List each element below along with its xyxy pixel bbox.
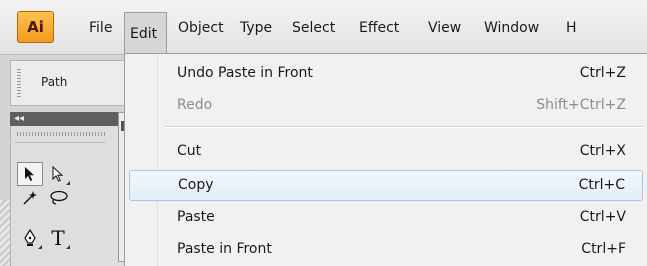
menu-item-paste-in-front[interactable]: Paste in Front Ctrl+F [129, 235, 643, 266]
menu-item-label: Copy [178, 177, 214, 193]
menu-file[interactable]: File [89, 17, 112, 39]
menu-item-shortcut: Ctrl+Z [579, 65, 626, 81]
menu-item-shortcut: Ctrl+X [579, 143, 626, 159]
canvas-edge [0, 200, 10, 266]
path-panel[interactable]: Path [10, 60, 128, 106]
menu-item-shortcut: Ctrl+F [581, 241, 626, 257]
panel-grip[interactable] [17, 69, 21, 97]
type-icon: T [51, 226, 65, 250]
menu-bar: Ai File Edit Object Type Select Effect V… [0, 0, 647, 55]
menu-separator [165, 126, 643, 128]
menu-item-label: Paste [177, 209, 215, 225]
menu-effect[interactable]: Effect [359, 17, 399, 39]
selection-tool[interactable] [17, 162, 43, 186]
menu-window[interactable]: Window [484, 17, 539, 39]
type-tool[interactable]: T [45, 226, 71, 250]
menu-item-redo[interactable]: Redo Shift+Ctrl+Z [129, 91, 643, 122]
magic-wand-tool[interactable] [17, 186, 43, 210]
menu-item-cut[interactable]: Cut Ctrl+X [129, 137, 643, 168]
menu-item-shortcut: Shift+Ctrl+Z [536, 97, 626, 113]
collapse-chevron-icon[interactable]: ◂◂ [14, 112, 24, 126]
lasso-icon [50, 190, 68, 205]
lasso-tool[interactable] [45, 186, 71, 210]
pen-icon [24, 229, 36, 246]
menu-item-label: Cut [177, 143, 202, 159]
illustrator-logo[interactable]: Ai [17, 11, 54, 43]
menu-item-label: Paste in Front [177, 241, 272, 257]
tools-panel-header[interactable]: ◂◂ [10, 112, 128, 126]
tools-divider [15, 142, 105, 143]
menu-item-shortcut: Ctrl+C [578, 177, 625, 193]
pen-tool[interactable] [17, 226, 43, 250]
path-panel-label: Path [41, 75, 68, 89]
menu-object[interactable]: Object [178, 17, 224, 39]
menu-item-label: Redo [177, 97, 213, 113]
menu-help[interactable]: H [566, 17, 577, 39]
menu-view[interactable]: View [428, 17, 461, 39]
menu-item-label: Undo Paste in Front [177, 65, 313, 81]
menu-type[interactable]: Type [240, 17, 272, 39]
selection-arrow-icon [25, 167, 34, 181]
edit-dropdown-menu: Undo Paste in Front Ctrl+Z Redo Shift+Ct… [124, 53, 647, 266]
menu-item-undo[interactable]: Undo Paste in Front Ctrl+Z [129, 59, 643, 90]
direct-selection-arrow-icon [52, 166, 64, 182]
tools-panel: T [10, 126, 128, 266]
menu-item-shortcut: Ctrl+V [579, 209, 626, 225]
menu-item-paste[interactable]: Paste Ctrl+V [129, 203, 643, 234]
menu-edit[interactable]: Edit [124, 12, 167, 54]
direct-selection-tool[interactable] [45, 162, 71, 186]
menu-item-copy[interactable]: Copy Ctrl+C [129, 170, 643, 201]
magic-wand-icon [23, 191, 37, 205]
menu-select[interactable]: Select [292, 17, 335, 39]
tools-grip[interactable] [17, 132, 105, 136]
